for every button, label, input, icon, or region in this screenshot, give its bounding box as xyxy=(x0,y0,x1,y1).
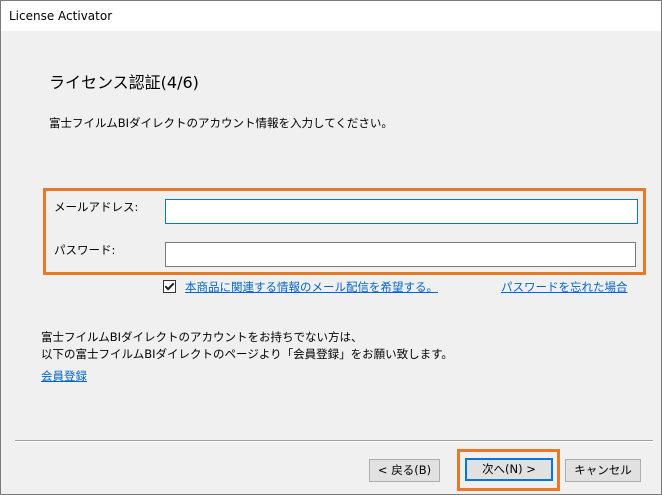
back-button[interactable]: < 戻る(B) xyxy=(369,459,440,482)
cancel-button[interactable]: キャンセル xyxy=(565,459,641,482)
newsletter-link[interactable]: 本商品に関連する情報のメール配信を希望する。 xyxy=(185,279,438,295)
email-field[interactable] xyxy=(165,199,638,224)
password-label: パスワード: xyxy=(54,243,116,257)
info-text-line-2: 以下の富士フイルムBIダイレクトのページより「会員登録」をお願い致します。 xyxy=(41,347,453,361)
forgot-password-link[interactable]: パスワードを忘れた場合 xyxy=(501,279,628,295)
check-icon xyxy=(164,280,175,291)
password-field[interactable] xyxy=(165,242,636,267)
email-label: メールアドレス: xyxy=(54,200,139,214)
instruction-text: 富士フイルムBIダイレクトのアカウント情報を入力してください。 xyxy=(49,116,393,130)
page-heading: ライセンス認証(4/6) xyxy=(49,73,199,92)
title-bar: License Activator xyxy=(1,1,661,31)
newsletter-checkbox[interactable] xyxy=(163,280,176,293)
register-link[interactable]: 会員登録 xyxy=(41,368,87,384)
info-text-line-1: 富士フイルムBIダイレクトのアカウントをお持ちでない方は、 xyxy=(41,330,363,344)
window-title: License Activator xyxy=(9,9,113,23)
next-button[interactable]: 次へ(N) > xyxy=(465,458,553,481)
license-activator-window: License Activator ライセンス認証(4/6) 富士フイルムBIダ… xyxy=(0,0,662,495)
footer-separator xyxy=(15,440,653,442)
